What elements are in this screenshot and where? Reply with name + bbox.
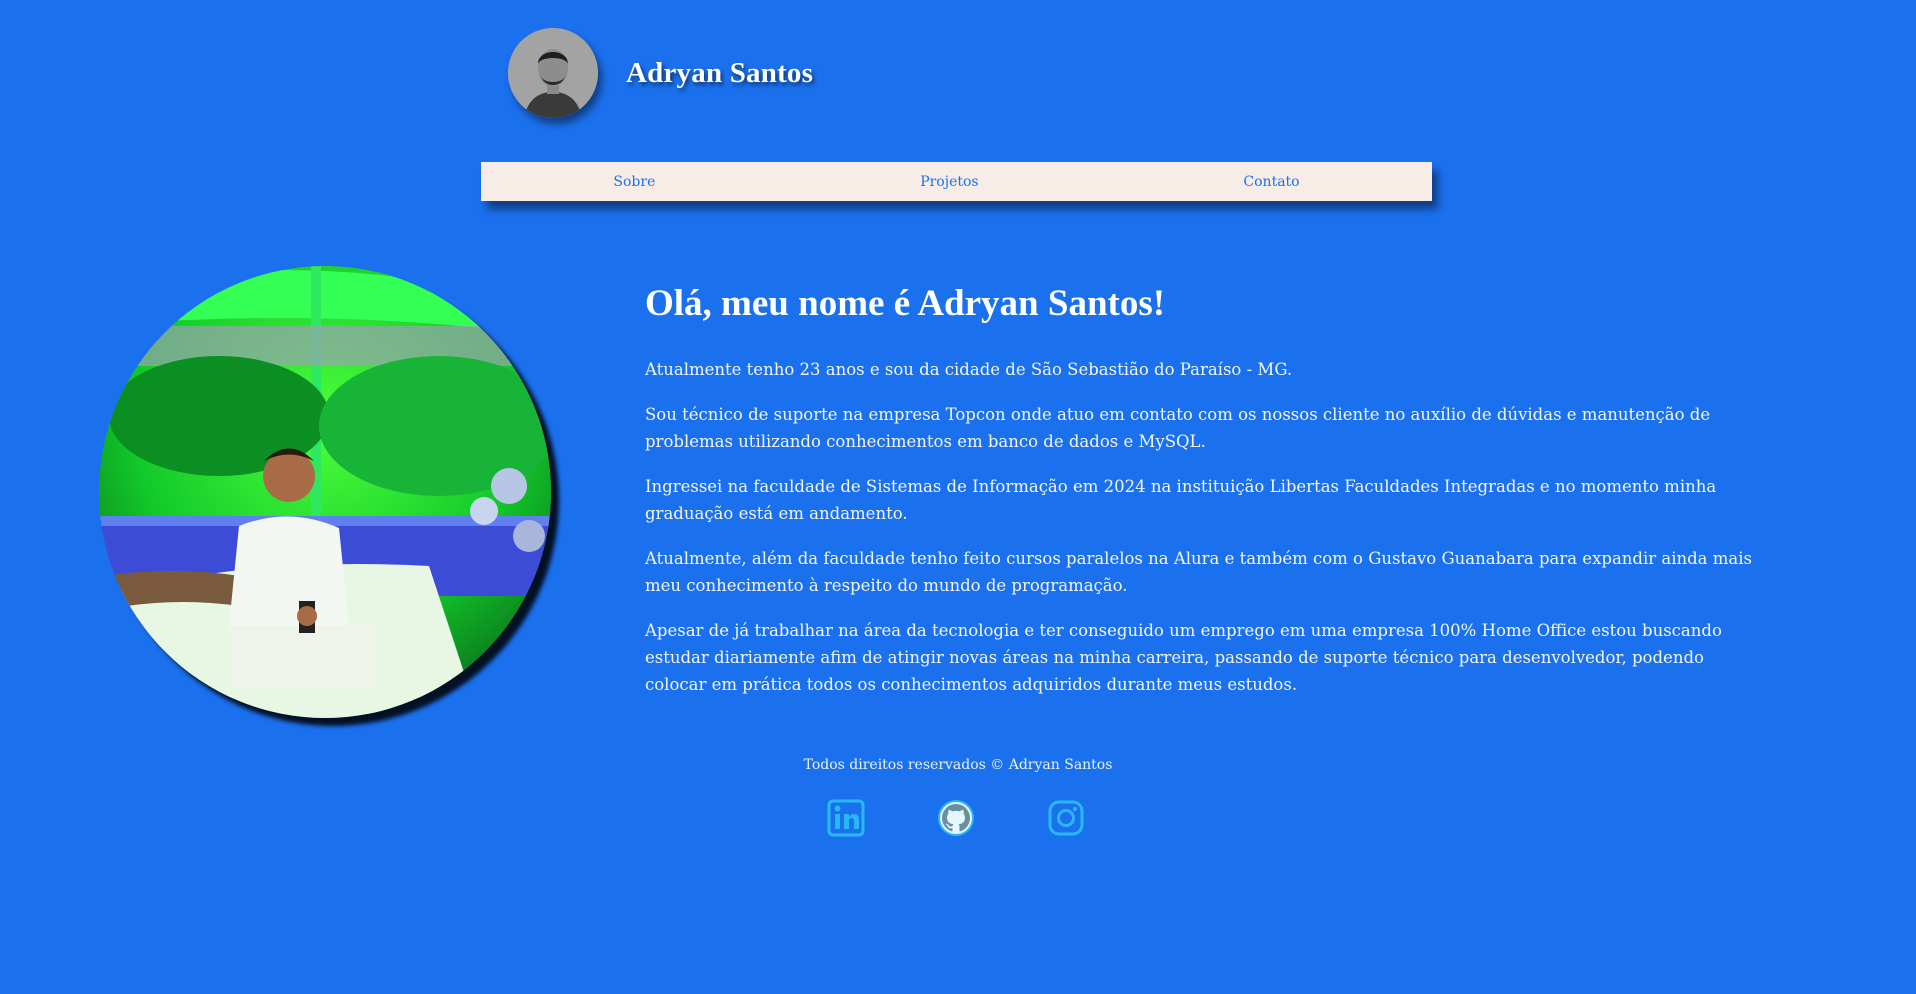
- page-title: Olá, meu nome é Adryan Santos!: [645, 283, 1166, 324]
- social-links: [826, 798, 1086, 838]
- about-paragraph: Ingressei na faculdade de Sistemas de In…: [645, 477, 1717, 524]
- avatar: [508, 28, 598, 118]
- nav-item-projetos[interactable]: Projetos: [920, 174, 978, 190]
- about-paragraph: Sou técnico de suporte na empresa Topcon…: [645, 405, 1711, 452]
- about-section: Olá, meu nome é Adryan Santos! Atualment…: [645, 282, 1757, 716]
- about-paragraph: Atualmente, além da faculdade tenho feit…: [645, 549, 1752, 596]
- nav-item-sobre[interactable]: Sobre: [613, 174, 655, 190]
- linkedin-icon[interactable]: [826, 798, 866, 838]
- site-header: Adryan Santos: [508, 28, 813, 118]
- profile-photo: [99, 266, 551, 718]
- github-icon[interactable]: [936, 798, 976, 838]
- main-nav: Sobre Projetos Contato: [481, 162, 1432, 201]
- about-paragraph: Apesar de já trabalhar na área da tecnol…: [645, 621, 1722, 695]
- instagram-icon[interactable]: [1046, 798, 1086, 838]
- site-title: Adryan Santos: [626, 56, 814, 89]
- copyright-text: Todos direitos reservados © Adryan Santo…: [803, 757, 1113, 773]
- nav-item-contato[interactable]: Contato: [1243, 174, 1299, 190]
- about-paragraph: Atualmente tenho 23 anos e sou da cidade…: [645, 360, 1293, 380]
- avatar-portrait: [508, 28, 598, 118]
